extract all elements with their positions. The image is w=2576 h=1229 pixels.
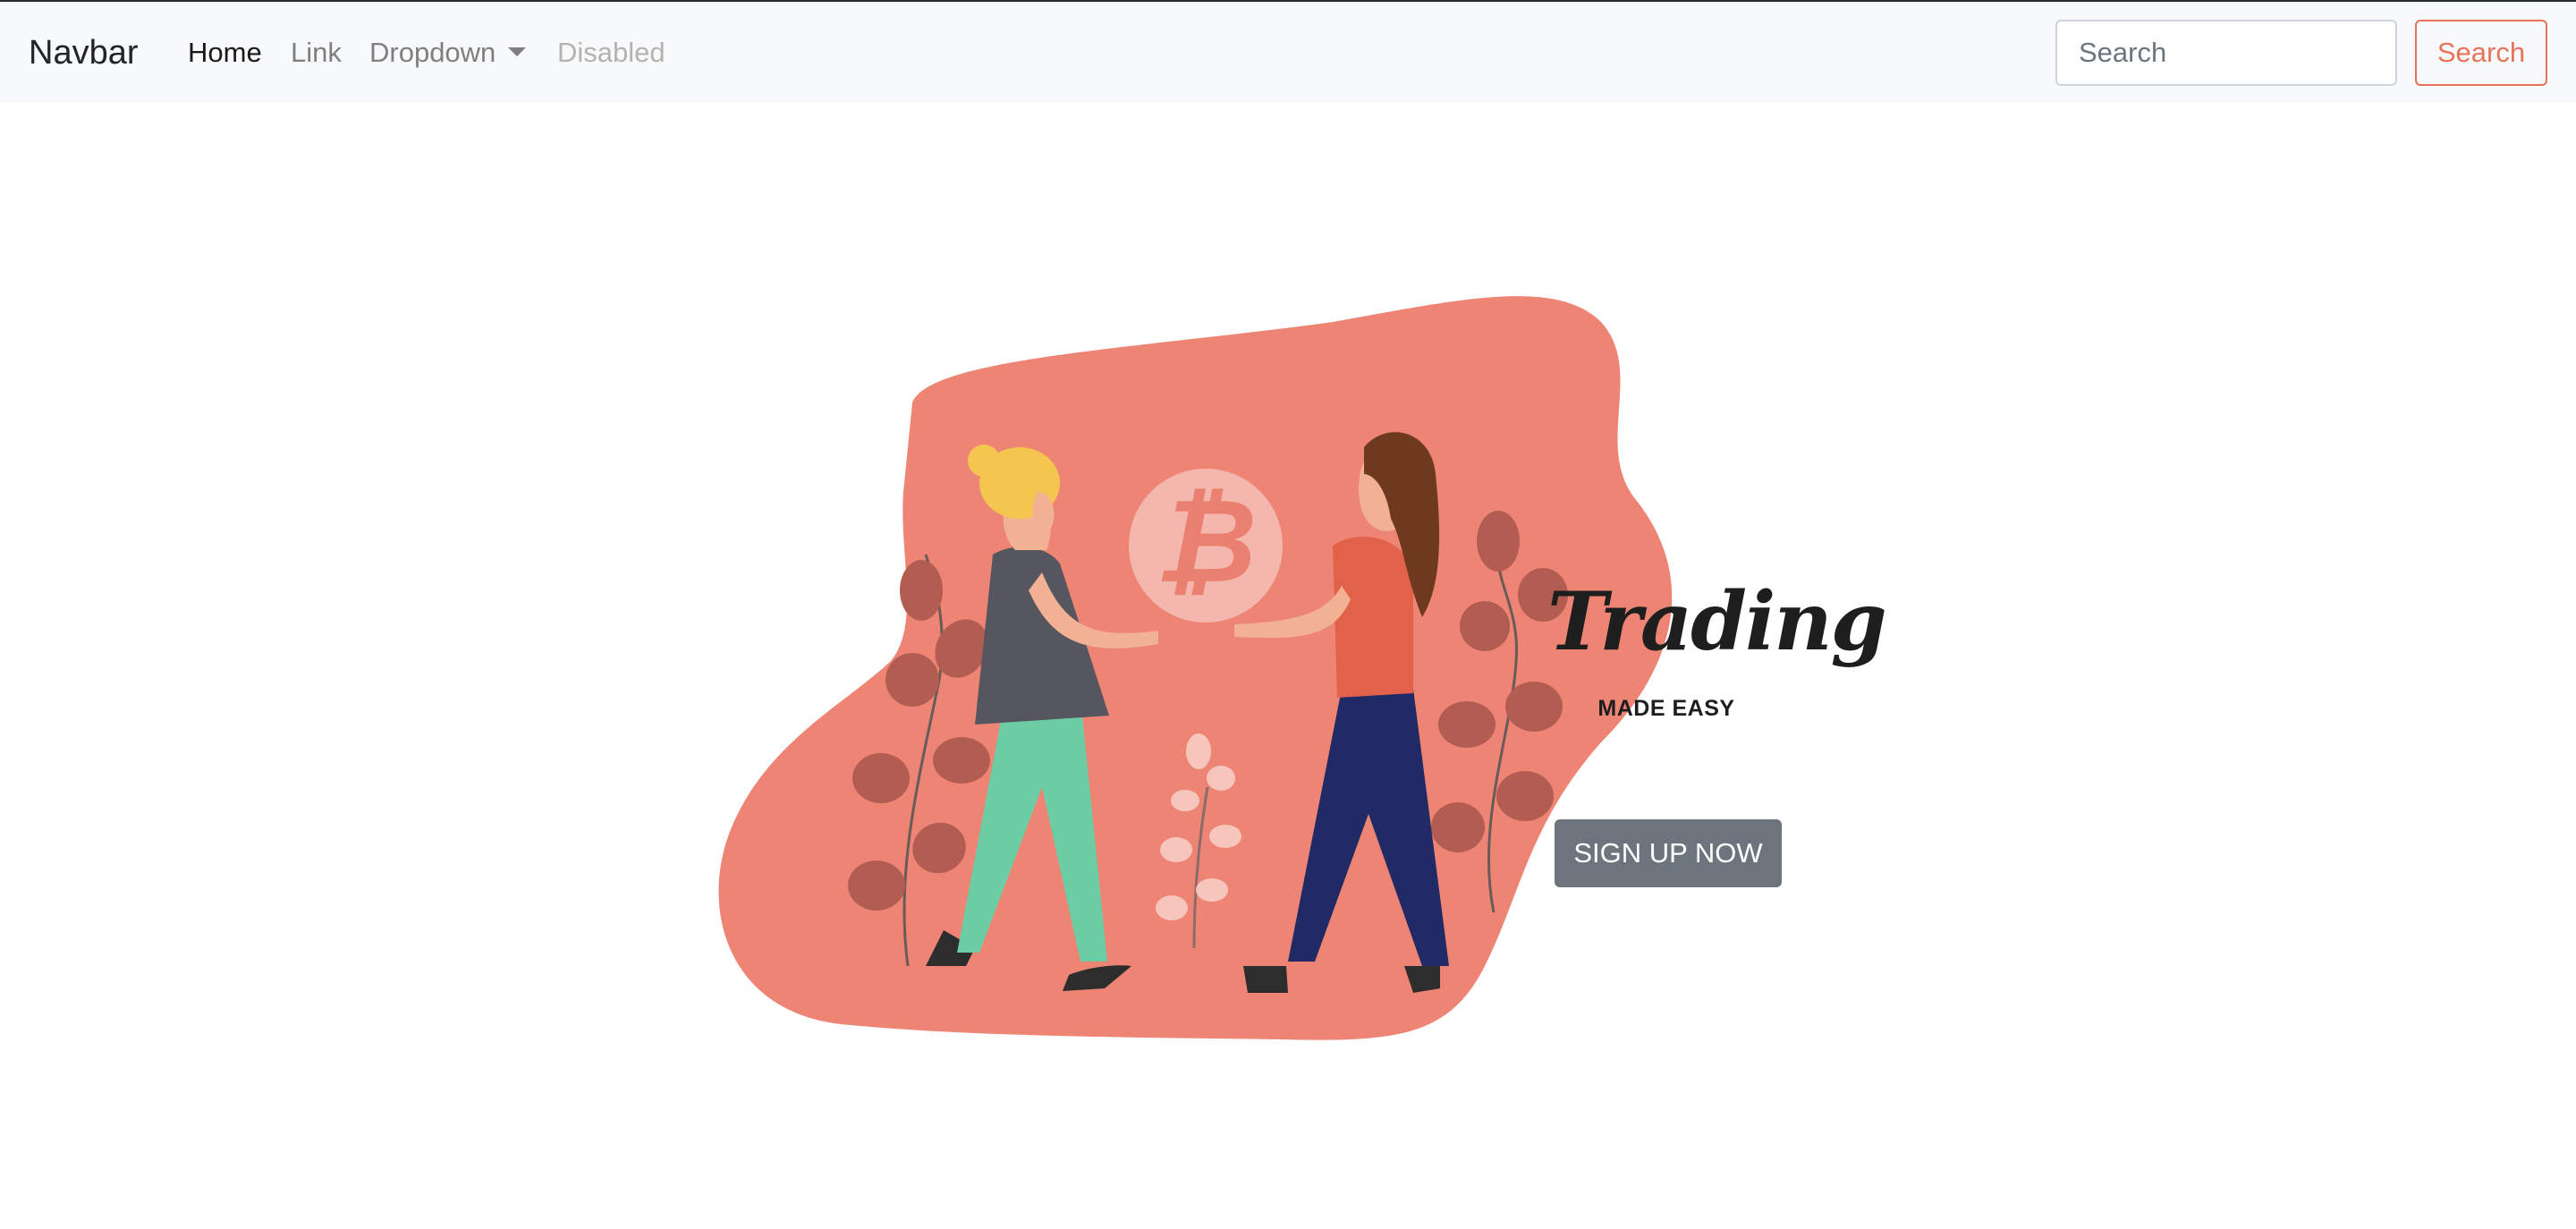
- nav-dropdown-toggle[interactable]: Dropdown: [369, 29, 527, 77]
- navbar: Navbar Home Link Dropdown Disabled Searc…: [0, 2, 2576, 102]
- search-button[interactable]: Search: [2415, 20, 2547, 86]
- bitcoin-symbol: ₿: [1155, 473, 1257, 609]
- bitcoin-coin-icon: ₿: [1129, 469, 1283, 623]
- nav-link-disabled: Disabled: [557, 37, 665, 68]
- nav-link-home[interactable]: Home: [188, 29, 262, 77]
- navbar-brand[interactable]: Navbar: [29, 29, 139, 77]
- nav-link-link[interactable]: Link: [291, 29, 342, 77]
- hero-title: Trading: [1547, 574, 1887, 669]
- search-input[interactable]: [2055, 20, 2397, 86]
- signup-button[interactable]: SIGN UP NOW: [1555, 819, 1782, 887]
- nav-dropdown-label: Dropdown: [369, 37, 496, 68]
- caret-down-icon: [508, 47, 527, 56]
- hero-subtitle: MADE EASY: [1597, 696, 1735, 721]
- hero-illustration: ₿: [718, 296, 1673, 1040]
